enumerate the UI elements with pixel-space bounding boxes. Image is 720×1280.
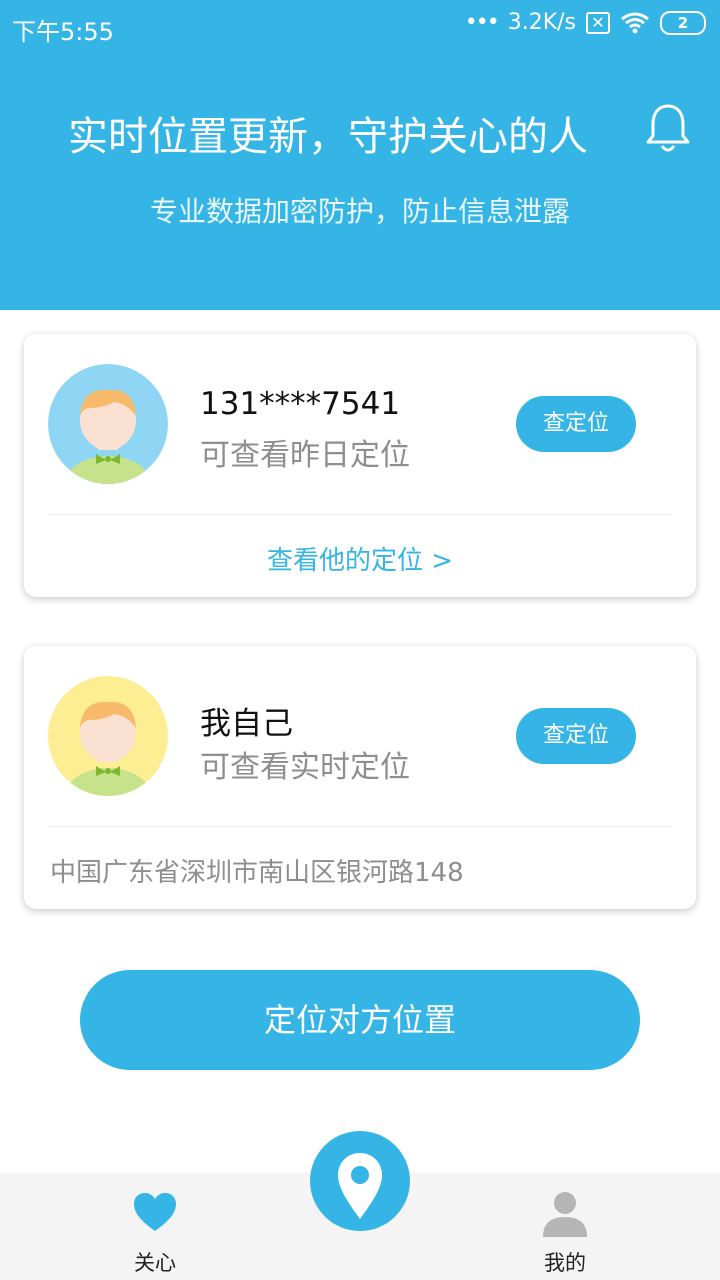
- avatar: [48, 364, 168, 484]
- tab-care-label: 关心: [134, 1251, 176, 1275]
- sim-x-icon: ✕: [586, 11, 610, 34]
- page-title: 实时位置更新，守护关心的人: [68, 114, 588, 160]
- network-speed: 3.2K/s: [507, 10, 576, 35]
- wifi-icon: [621, 12, 649, 33]
- self-card[interactable]: 我自己 可查看实时定位 查定位 中国广东省深圳市南山区银河路148: [24, 646, 696, 909]
- heart-icon: [134, 1193, 176, 1231]
- page-subtitle: 专业数据加密防护，防止信息泄露: [149, 195, 570, 228]
- network-dots: •••: [464, 10, 500, 35]
- self-status: 可查看实时定位: [200, 750, 410, 785]
- avatar: [48, 676, 168, 796]
- check-location-button[interactable]: 查定位: [516, 708, 636, 764]
- locate-other-button[interactable]: 定位对方位置: [80, 970, 640, 1070]
- header: 下午5:55 ••• 3.2K/s ✕ 2 实时位置更新，守护关心的人 专业数据…: [0, 0, 720, 310]
- contact-card[interactable]: 131****7541 可查看昨日定位 查定位 查看他的定位 >: [24, 334, 696, 597]
- contact-status: 可查看昨日定位: [200, 438, 410, 473]
- divider: [48, 514, 672, 515]
- bell-icon[interactable]: [644, 102, 692, 154]
- status-icons: ••• 3.2K/s ✕ 2: [465, 10, 706, 35]
- user-icon: [543, 1192, 587, 1237]
- battery-icon: 2: [660, 10, 706, 35]
- check-location-button[interactable]: 查定位: [516, 396, 636, 452]
- status-bar: 下午5:55 ••• 3.2K/s ✕ 2: [0, 0, 720, 52]
- tab-mine-label: 我的: [544, 1251, 586, 1275]
- location-pin-icon: [338, 1153, 382, 1219]
- self-address: 中国广东省深圳市南山区银河路148: [50, 858, 464, 888]
- tab-care[interactable]: 关心: [95, 1173, 215, 1280]
- divider: [48, 826, 672, 827]
- self-name: 我自己: [200, 706, 293, 742]
- tab-mine[interactable]: 我的: [505, 1173, 625, 1280]
- status-time: 下午5:55: [12, 18, 114, 46]
- location-fab[interactable]: [310, 1131, 410, 1231]
- view-his-location-link[interactable]: 查看他的定位 >: [24, 540, 696, 577]
- contact-phone: 131****7541: [200, 386, 401, 422]
